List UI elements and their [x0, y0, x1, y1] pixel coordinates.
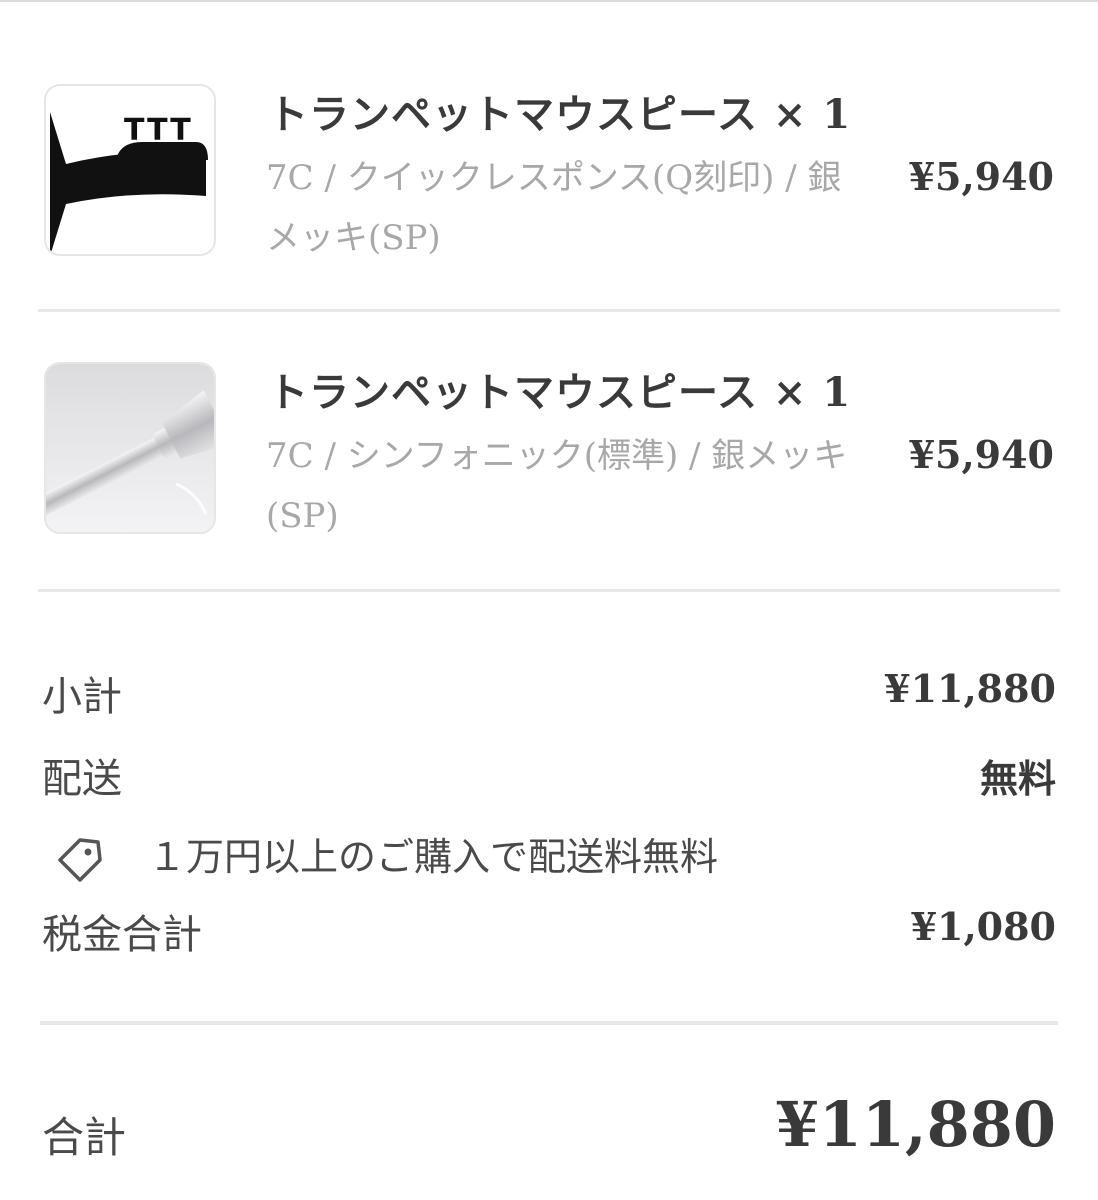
- item-price: ¥5,940: [908, 154, 1054, 199]
- item-variant: 7C / クイックレスポンス(Q刻印) / 銀メッキ(SP): [266, 158, 842, 258]
- total-label: 合計: [42, 1113, 127, 1162]
- subtotal-value: ¥11,880: [884, 666, 1056, 711]
- shipping-label: 配送: [42, 756, 122, 802]
- item-title: トランペットマウスピース × 1: [268, 91, 852, 138]
- tax-row: 税金合計 ¥1,080: [42, 902, 1056, 962]
- tax-value: ¥1,080: [910, 904, 1056, 949]
- product-thumbnail[interactable]: TTT: [44, 84, 216, 256]
- product-thumbnail[interactable]: [44, 362, 216, 534]
- total-value: ¥11,880: [775, 1088, 1056, 1161]
- shipping-row: 配送 無料: [42, 746, 1056, 806]
- subtotal-row: 小計 ¥11,880: [42, 664, 1056, 724]
- item-divider: [38, 309, 1060, 312]
- item-price: ¥5,940: [908, 432, 1054, 477]
- subtotal-label: 小計: [42, 674, 122, 720]
- shipping-value: 無料: [979, 756, 1056, 801]
- mouthpiece-photo-icon: [46, 364, 214, 532]
- free-shipping-text: １万円以上のご購入で配送料無料: [148, 835, 719, 879]
- top-divider: [0, 0, 1098, 2]
- tax-label: 税金合計: [42, 912, 202, 958]
- item-variant: 7C / シンフォニック(標準) / 銀メッキ(SP): [266, 436, 848, 536]
- ttt-logo-text: TTT: [124, 113, 193, 148]
- summary-divider: [40, 1021, 1058, 1025]
- item-title: トランペットマウスピース × 1: [268, 369, 852, 416]
- item-divider: [38, 589, 1060, 592]
- tag-icon: [54, 834, 106, 890]
- ttt-logo-icon: TTT: [50, 112, 208, 254]
